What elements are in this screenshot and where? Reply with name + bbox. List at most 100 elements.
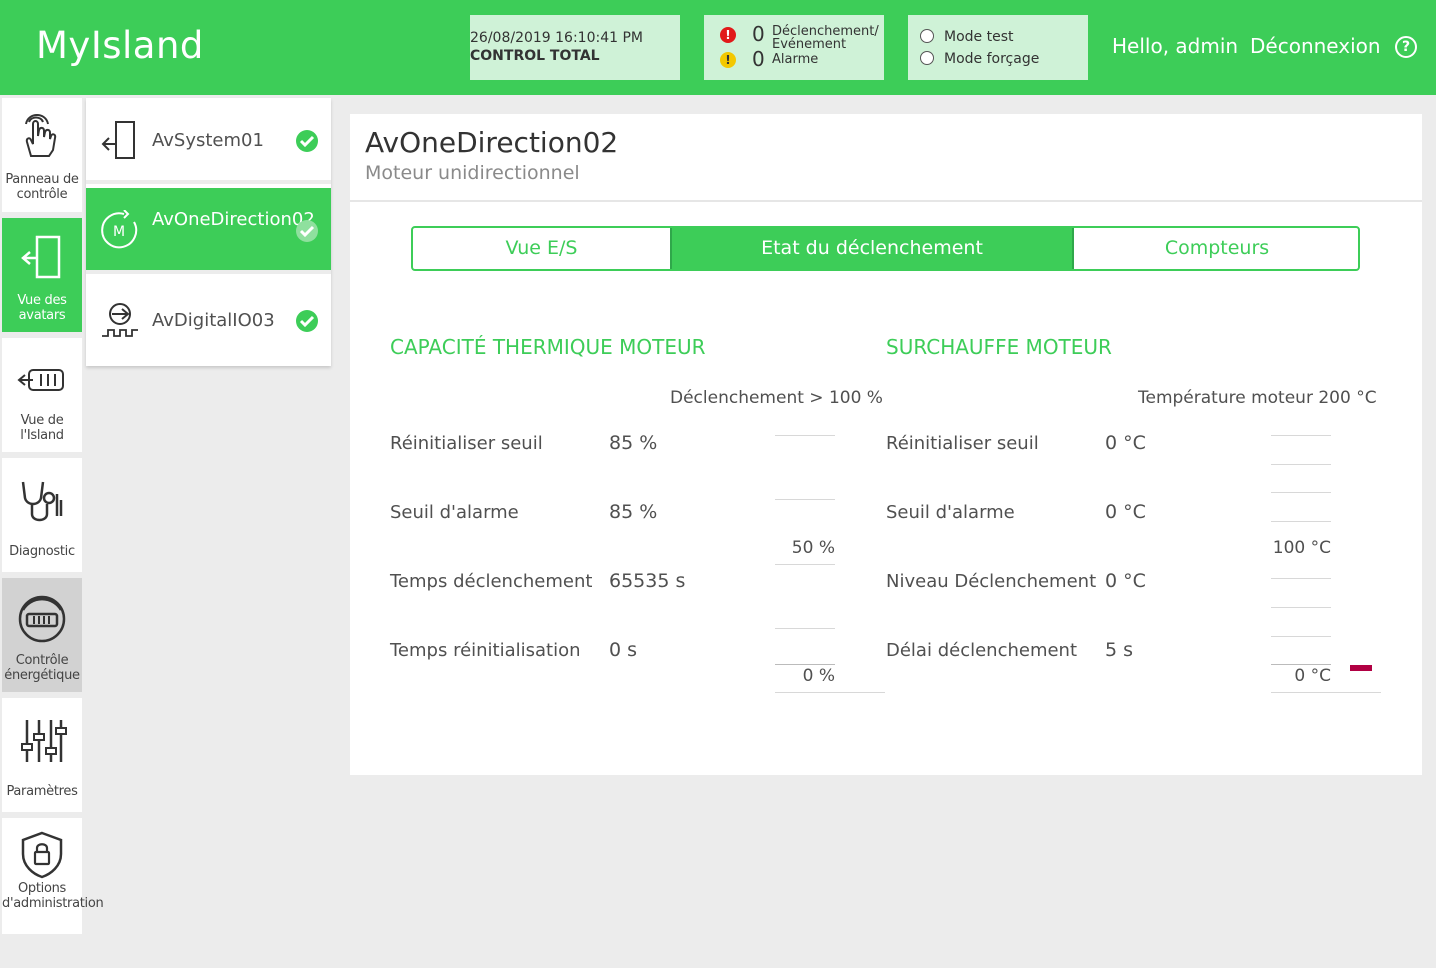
thermal-reset-threshold-value: 85 % [609, 432, 658, 454]
user-greeting: Hello, admin [1112, 34, 1239, 58]
overheat-reset-threshold-value: 0 °C [1105, 432, 1146, 454]
nav-label: Diagnostic [9, 544, 75, 559]
avatar-name: AvSystem01 [152, 130, 264, 151]
mode-forcing-radio[interactable] [920, 51, 934, 65]
overheat-trip-level-label: Niveau Déclenchement [886, 571, 1097, 592]
thermal-alarm-threshold-label: Seuil d'alarme [390, 502, 519, 523]
overheat-alarm-threshold-value: 0 °C [1105, 501, 1146, 523]
avatar-name: AvDigitalIO03 [152, 310, 275, 331]
overheat-gauge-tick [1271, 464, 1331, 465]
overheat-gauge-fill-base [1271, 664, 1331, 665]
stethoscope-icon [21, 481, 63, 522]
control-mode: CONTROL TOTAL [470, 48, 600, 64]
logout-link[interactable]: Déconnexion [1250, 34, 1381, 58]
overheat-alarm-threshold-label: Seuil d'alarme [886, 502, 1015, 523]
overheat-trip-delay-label: Délai déclenchement [886, 640, 1078, 661]
overheat-scale-low: 0 °C [1294, 666, 1331, 686]
thermal-reset-threshold-label: Réinitialiser seuil [390, 433, 543, 454]
overheat-trip-header: Température moteur 200 °C [1138, 388, 1377, 408]
alerts-box[interactable]: ! 0 Déclenchement/ Evénement ! 0 Alarme [704, 15, 884, 80]
tab-trip-status[interactable]: Etat du déclenchement [670, 228, 1074, 269]
mode-test-option[interactable]: Mode test [920, 29, 1013, 45]
thermal-scale-low: 0 % [802, 666, 835, 686]
hand-touch-icon [25, 114, 57, 157]
island-view-icon [17, 369, 64, 391]
nav-label: Paramètres [6, 784, 78, 799]
shield-lock-icon [21, 831, 63, 879]
sliders-icon [21, 720, 67, 762]
overheat-gauge-tick [1271, 521, 1331, 522]
nav-diagnostic[interactable]: Diagnostic [2, 458, 82, 572]
nav-island-view[interactable]: Vue de l'Island [2, 338, 82, 452]
page-subtitle: Moteur unidirectionnel [365, 162, 580, 184]
nav-control-panel[interactable]: Panneau de contrôle [2, 98, 82, 212]
warning-icon: ! [720, 52, 736, 68]
nav-label: Vue de l'Island [20, 413, 64, 443]
mode-box: Mode test Mode forçage [908, 15, 1088, 80]
mode-forcing-option[interactable]: Mode forçage [920, 51, 1039, 67]
overheat-trip-delay-value: 5 s [1105, 639, 1134, 661]
nav-avatars-view[interactable]: Vue des avatars [2, 218, 82, 332]
tab-io-view[interactable]: Vue E/S [413, 228, 670, 269]
tab-counters[interactable]: Compteurs [1074, 228, 1358, 269]
thermal-trip-time-value: 65535 s [609, 570, 686, 592]
overheat-gauge-tick [1271, 435, 1331, 436]
avatar-enter-icon [21, 235, 61, 279]
error-icon: ! [720, 27, 736, 43]
overheat-gauge-tick [1271, 492, 1331, 493]
page-title: AvOneDirection02 [365, 126, 619, 159]
app-logo: MyIsland [36, 24, 204, 67]
overheat-gauge-tick [1271, 607, 1331, 608]
trip-label: Déclenchement/ Evénement [772, 24, 879, 52]
overheat-trip-level-value: 0 °C [1105, 570, 1146, 592]
avatar-detail-panel: AvOneDirection02 Moteur unidirectionnel … [350, 114, 1422, 775]
thermal-gauge-tick [775, 564, 835, 565]
alarm-count: 0 [752, 47, 765, 71]
thermal-section-title: CAPACITÉ THERMIQUE MOTEUR [390, 335, 706, 359]
mode-test-label: Mode test [944, 29, 1014, 45]
thermal-trip-header: Déclenchement > 100 % [670, 388, 883, 408]
thermal-trip-time-label: Temps déclenchement [390, 571, 593, 592]
help-icon[interactable]: ? [1395, 36, 1417, 58]
nav-label: Vue des avatars [17, 293, 67, 323]
avatar-list: AvSystem01 M AvOneDirection02 AvDigitalI… [86, 98, 331, 366]
divider [350, 200, 1422, 202]
thermal-reset-time-value: 0 s [609, 639, 638, 661]
thermal-alarm-threshold-value: 85 % [609, 501, 658, 523]
energy-meter-icon [18, 595, 66, 643]
overheat-gauge-tick [1271, 578, 1331, 579]
trip-count: 0 [752, 22, 765, 46]
overheat-gauge-tick [1271, 636, 1331, 637]
system-enter-icon [101, 121, 135, 159]
check-icon [296, 220, 318, 242]
tab-bar: Vue E/S Etat du déclenchement Compteurs [411, 226, 1360, 271]
thermal-scale-mid: 50 % [791, 538, 835, 558]
motor-icon: M [101, 210, 138, 249]
overheat-section-title: SURCHAUFFE MOTEUR [886, 335, 1112, 359]
avatar-item-digitalio03[interactable]: AvDigitalIO03 [86, 278, 331, 364]
top-bar: MyIsland 26/08/2019 16:10:41 PM CONTROL … [0, 0, 1436, 95]
digital-io-icon [102, 303, 138, 337]
nav-label: Panneau de contrôle [5, 172, 79, 202]
thermal-reset-time-label: Temps réinitialisation [390, 640, 581, 661]
nav-admin-options[interactable]: Options d'administration [2, 818, 104, 934]
datetime: 26/08/2019 16:10:41 PM [470, 30, 643, 46]
thermal-gauge-baseline [775, 692, 885, 693]
mode-forcing-label: Mode forçage [944, 51, 1040, 67]
avatar-item-system01[interactable]: AvSystem01 [86, 98, 331, 184]
avatar-name: AvOneDirection02 [152, 209, 315, 230]
overheat-reset-threshold-label: Réinitialiser seuil [886, 433, 1039, 454]
overheat-scale-mid: 100 °C [1272, 538, 1331, 558]
nav-label: Contrôle énergétique [4, 653, 80, 683]
mode-test-radio[interactable] [920, 29, 934, 43]
status-datetime-box: 26/08/2019 16:10:41 PM CONTROL TOTAL [470, 15, 680, 80]
check-icon [296, 310, 318, 332]
avatar-item-onedirection02[interactable]: M AvOneDirection02 [86, 188, 331, 274]
temperature-marker [1350, 665, 1372, 671]
nav-energy-control[interactable]: Contrôle énergétique [2, 578, 82, 692]
thermal-gauge-tick [775, 628, 835, 629]
svg-text:M: M [113, 224, 125, 240]
nav-label: Options d'administration [2, 881, 104, 911]
nav-parameters[interactable]: Paramètres [2, 698, 82, 812]
thermal-gauge-tick [775, 435, 835, 436]
